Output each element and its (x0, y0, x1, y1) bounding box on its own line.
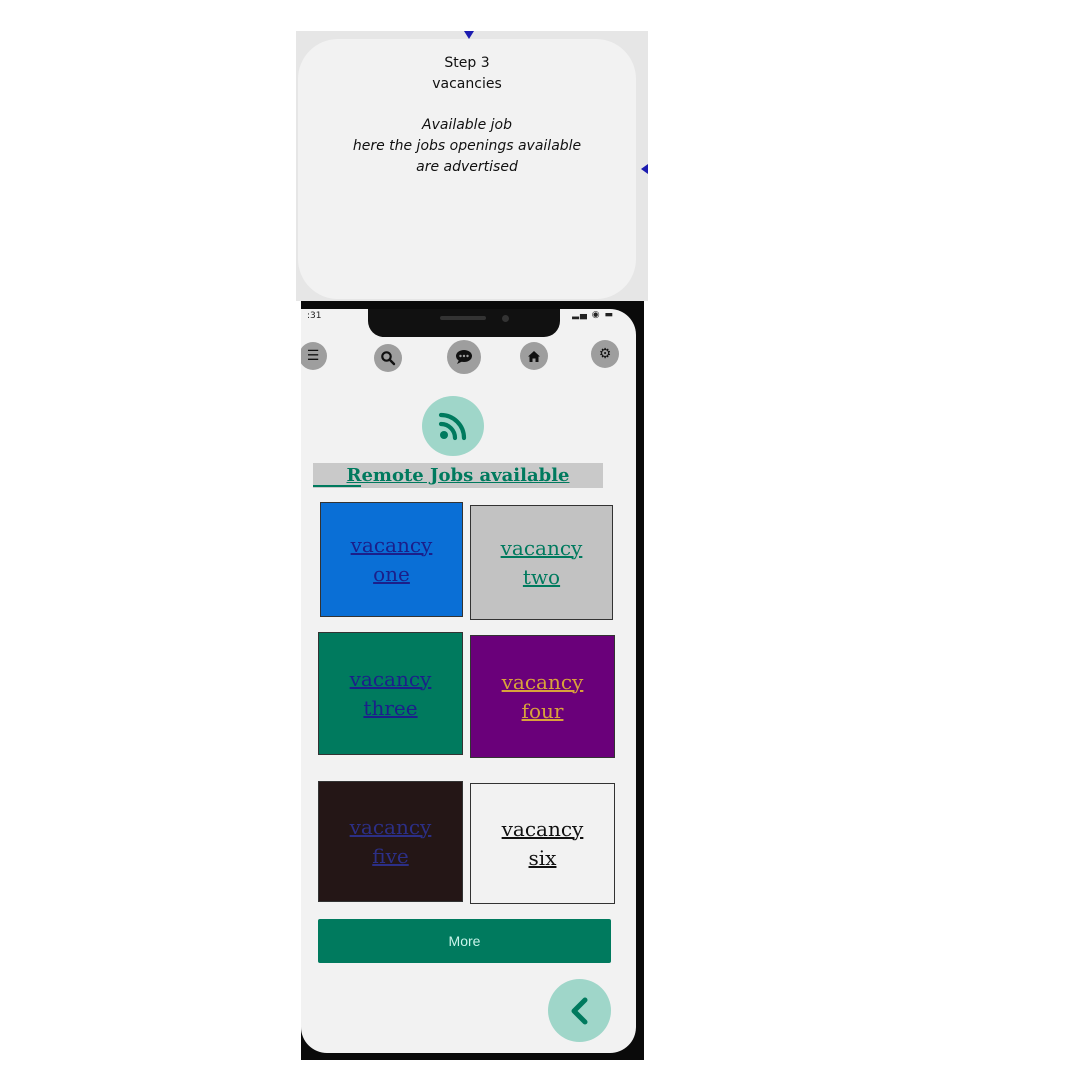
vacancy-tile-five[interactable]: vacancy five (318, 781, 463, 902)
home-button[interactable] (520, 342, 548, 370)
annotation-description-line: Available job (422, 117, 512, 133)
vacancy-tile-four[interactable]: vacancy four (470, 635, 615, 758)
chat-button[interactable] (447, 340, 481, 374)
gear-icon: ⚙ (598, 346, 612, 362)
vacancy-label: vacancy one (350, 532, 433, 586)
annotation-description: Available job here the jobs openings ava… (298, 115, 636, 178)
menu-icon: ☰ (306, 348, 320, 364)
vacancy-tile-one[interactable]: vacancy one (320, 502, 463, 617)
annotation-step: Step 3 (444, 55, 490, 71)
annotation-card: Step 3 vacancies Available job here the … (298, 39, 636, 299)
chevron-left-icon (571, 997, 587, 1024)
rss-feed-icon (438, 412, 467, 441)
phone-screen: :31 ▂▄ ◉ ▬ ☰ ⚙ Remote Jobs available vac… (301, 309, 636, 1053)
status-time: :31 (307, 311, 322, 321)
rss-feed-badge (422, 396, 484, 456)
search-icon (381, 351, 396, 366)
vacancy-label: vacancy six (501, 816, 584, 870)
phone-notch (368, 309, 560, 337)
section-title-rule (313, 485, 361, 487)
vacancy-label: vacancy five (349, 814, 432, 868)
vacancy-tile-two[interactable]: vacancy two (470, 505, 613, 620)
annotation-title: vacancies (432, 76, 502, 92)
phone-speaker (440, 316, 486, 320)
phone-frame: :31 ▂▄ ◉ ▬ ☰ ⚙ Remote Jobs available vac… (301, 301, 644, 1060)
more-button[interactable]: More (318, 919, 611, 963)
vacancy-tile-three[interactable]: vacancy three (318, 632, 463, 755)
annotation-description-line: here the jobs openings available (352, 138, 582, 154)
annotation-connector-right (641, 164, 648, 174)
status-icons: ▂▄ ◉ ▬ (572, 310, 614, 320)
menu-button[interactable]: ☰ (301, 342, 327, 370)
settings-button[interactable]: ⚙ (591, 340, 619, 368)
chat-icon (456, 350, 472, 364)
vacancy-tile-six[interactable]: vacancy six (470, 783, 615, 904)
vacancy-label: vacancy two (500, 535, 583, 589)
phone-camera (502, 315, 509, 322)
annotation-card-background: Step 3 vacancies Available job here the … (296, 31, 648, 301)
home-icon (528, 350, 540, 362)
search-button[interactable] (374, 344, 402, 372)
vacancy-label: vacancy four (501, 669, 584, 723)
annotation-connector-top (464, 31, 474, 39)
vacancy-label: vacancy three (349, 666, 432, 720)
back-button[interactable] (548, 979, 611, 1042)
annotation-description-line: are advertised (416, 159, 518, 175)
